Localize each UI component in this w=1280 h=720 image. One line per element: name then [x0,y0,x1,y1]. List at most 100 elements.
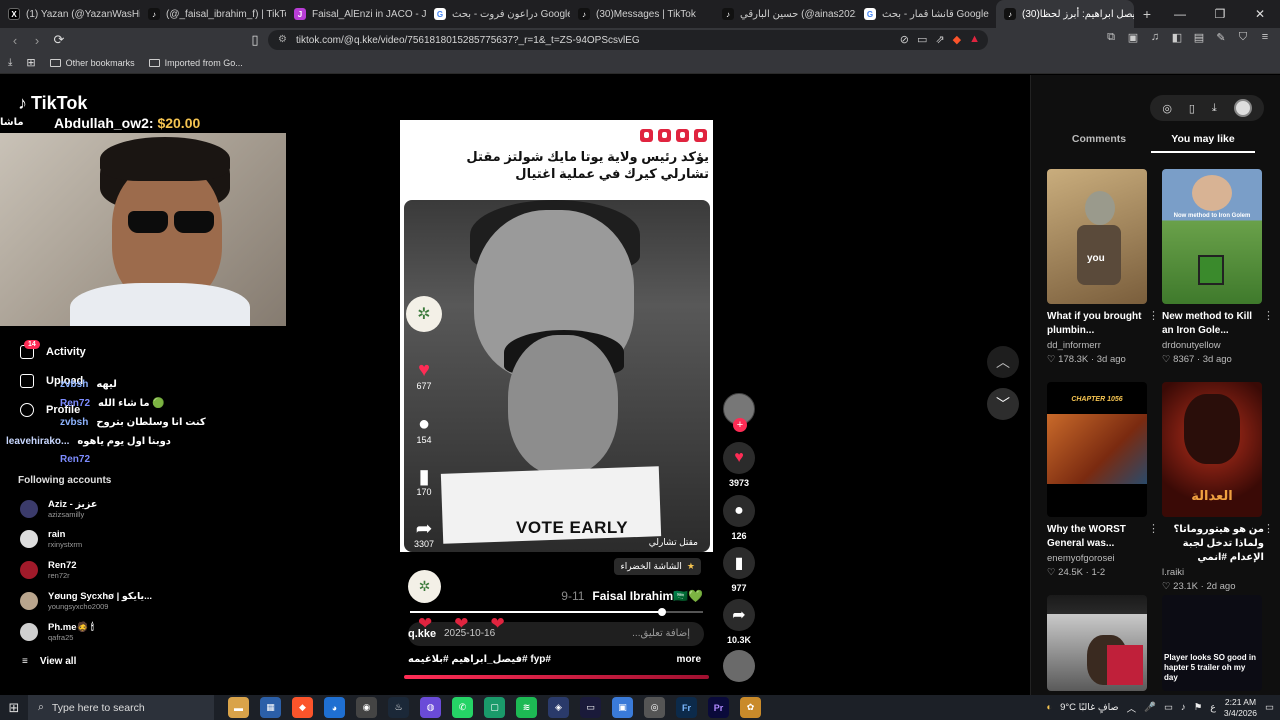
address-bar[interactable]: ⚙ tiktok.com/@q.kke/video/75618180152857… [268,30,988,50]
cast-icon[interactable]: ▭ [917,33,927,46]
steam-icon[interactable]: ♨ [388,697,409,718]
tab[interactable]: J Faisal_AlEnzi in JACO - JACO [286,0,426,28]
file-explorer-icon[interactable]: ▬ [228,697,249,718]
tab-comments[interactable]: Comments [1047,133,1151,153]
app-icon[interactable]: ◈ [548,697,569,718]
windows-start-icon[interactable]: ⊞ [0,700,28,716]
tab-you-may-like[interactable]: You may like [1151,133,1255,153]
recommended-video[interactable]: CHAPTER 1056 Why the WORST General was..… [1047,382,1159,578]
minimize-icon[interactable]: — [1160,0,1200,28]
sidebar-icon[interactable]: ◧ [1170,31,1184,44]
edge-icon[interactable]: ◕ [324,697,345,718]
recommended-video[interactable]: Player looks SO good in hapter 5 trailer… [1162,595,1264,691]
more-options-icon[interactable]: ⋮ [1263,309,1274,322]
bookmark-folder[interactable]: Other bookmarks [49,58,135,68]
tab[interactable]: ♪ حسين البارقي (@ainas2022(30 [714,0,856,28]
reload-icon[interactable]: ⟳ [48,29,70,51]
tray-chevron-icon[interactable]: ︿ [1127,701,1137,715]
recommended-video[interactable]: Now method to Iron Golem New method to K… [1162,169,1274,365]
media-icon[interactable]: ♫ [1148,31,1162,44]
leo-icon[interactable]: ✎ [1214,31,1228,44]
tab-active[interactable]: ♪(30)فيصل ابراهيم: أبرز لحظا✕ [996,0,1134,28]
compass-icon[interactable]: ◎ [1162,102,1172,115]
recommended-video[interactable] [1047,595,1149,691]
app-icon[interactable]: ✿ [740,697,761,718]
recommended-video[interactable]: you What if you brought plumbin... dd_in… [1047,169,1159,365]
more-button[interactable]: more [677,654,701,665]
app-icon[interactable]: ▢ [484,697,505,718]
restore-icon[interactable]: ❐ [1200,0,1240,28]
tray-app-icon[interactable]: ⚑ [1194,702,1203,713]
language-indicator[interactable]: ع [1210,702,1216,713]
apps-icon[interactable]: ⊞ [26,56,35,69]
app-icon[interactable]: ▭ [580,697,601,718]
channel-avatar[interactable]: ✲ [408,570,441,603]
tab[interactable]: G دراعون فروت - بحث Google [426,0,570,28]
new-tab-button[interactable]: + [1134,6,1160,22]
site-info-icon[interactable]: ⚙ [278,34,287,45]
taskbar-search[interactable]: ⌕ Type here to search [28,695,214,720]
wallet-icon[interactable]: ▤ [1192,31,1206,44]
fresco-icon[interactable]: Fr [676,697,697,718]
more-options-icon[interactable]: ⋮ [1263,522,1274,535]
bookmarks-toggle-icon[interactable]: ⤓ [8,57,12,68]
video-player[interactable]: يؤكد رئيس ولاية يوتا مايك شولتز مقتل تشا… [400,120,713,552]
screenshot-icon[interactable]: ▣ [1126,31,1140,44]
extensions-icon[interactable]: ⧉ [1104,31,1118,44]
close-window-icon[interactable]: ✕ [1240,0,1280,28]
share-page-icon[interactable]: ⇗ [935,33,944,46]
store-icon[interactable]: ▦ [260,697,281,718]
share-button[interactable]: ➦ 10.3K [721,599,757,645]
bookmark-folder[interactable]: Imported from Go... [148,58,243,68]
obs-icon[interactable]: ◉ [356,697,377,718]
follow-plus-icon[interactable]: + [733,418,747,432]
spotify-icon[interactable]: ≋ [516,697,537,718]
hashtags[interactable]: #fyp #فيصل_ابراهيم #بلاغيمه [408,654,551,665]
next-video-button[interactable]: ﹀ [987,388,1019,420]
following-account[interactable]: rain rxinystxrm [20,529,82,549]
following-account[interactable]: Aziz - عزيز azizsamilly [20,499,97,519]
translate-icon[interactable]: ⊘ [900,33,909,46]
tab[interactable]: G قانشا قمار - بحث Google [856,0,996,28]
volume-icon[interactable]: ♪ [1181,702,1186,713]
comment-input[interactable]: ❤ ❤ ❤ q.kke 2025-10-16 إضافة تعليق... [408,614,704,646]
app-icon[interactable]: ◎ [644,697,665,718]
view-all-button[interactable]: ≡ View all [22,656,76,667]
brave-shield-icon[interactable]: ◆ [953,33,961,46]
progress-bar[interactable] [410,608,703,616]
more-options-icon[interactable]: ⋮ [1148,309,1159,322]
tab[interactable]: ♪ (30)Messages | TikTok [570,0,714,28]
brave-rewards-icon[interactable]: ▲ [969,33,980,46]
more-options-icon[interactable]: ⋮ [1148,522,1159,535]
following-account[interactable]: Ren72 ren72r [20,560,77,580]
like-button[interactable]: ♥ 3973 [721,442,757,488]
recommended-video[interactable]: العدالة من هو هيتوروماتا؟ ولماذا تدخل لج… [1162,382,1274,592]
back-icon[interactable]: ‹ [4,29,26,51]
tiktok-logo[interactable]: ♪ TikTok [18,93,87,114]
save-button[interactable]: ▮ 977 [721,547,757,593]
previous-video-button[interactable]: ︿ [987,346,1019,378]
comment-button[interactable]: ● 126 [721,495,757,541]
tag-pill[interactable]: ★ الشاشة الخضراء [614,558,701,575]
discord-icon[interactable]: ◍ [420,697,441,718]
network-icon[interactable]: ▭ [1164,702,1173,713]
bookmark-page-icon[interactable]: ▯ [244,29,266,51]
menu-icon[interactable]: ≡ [1258,31,1272,44]
whatsapp-icon[interactable]: ✆ [452,697,473,718]
forward-icon[interactable]: › [26,29,48,51]
premiere-icon[interactable]: Pr [708,697,729,718]
following-account[interactable]: Ph.me🧔 🕯 qafra25 [20,622,94,642]
vpn-icon[interactable]: ⛉ [1236,31,1250,44]
weather-text[interactable]: 9°C صافٍ غالبًا [1060,702,1119,713]
device-icon[interactable]: ▯ [1189,102,1195,115]
app-icon[interactable]: ▣ [612,697,633,718]
clock[interactable]: 2:21 AM 3/4/2026 [1224,697,1257,719]
user-avatar[interactable] [1233,99,1252,117]
following-account[interactable]: Yøung Sycxhø | يايكو... youngsyxcho2009 [20,591,152,611]
mic-icon[interactable]: 🎤 [1144,702,1156,713]
notifications-icon[interactable]: ▭ [1265,702,1274,713]
download-icon[interactable]: ⤓ [1212,102,1217,115]
tab[interactable]: ♪ (@_faisal_ibrahim_f) | TikTok_ [140,0,286,28]
tab[interactable]: X (1) Yazan (@YazanWasHiro) / X [0,0,140,28]
brave-browser-icon[interactable]: ◆ [292,697,313,718]
